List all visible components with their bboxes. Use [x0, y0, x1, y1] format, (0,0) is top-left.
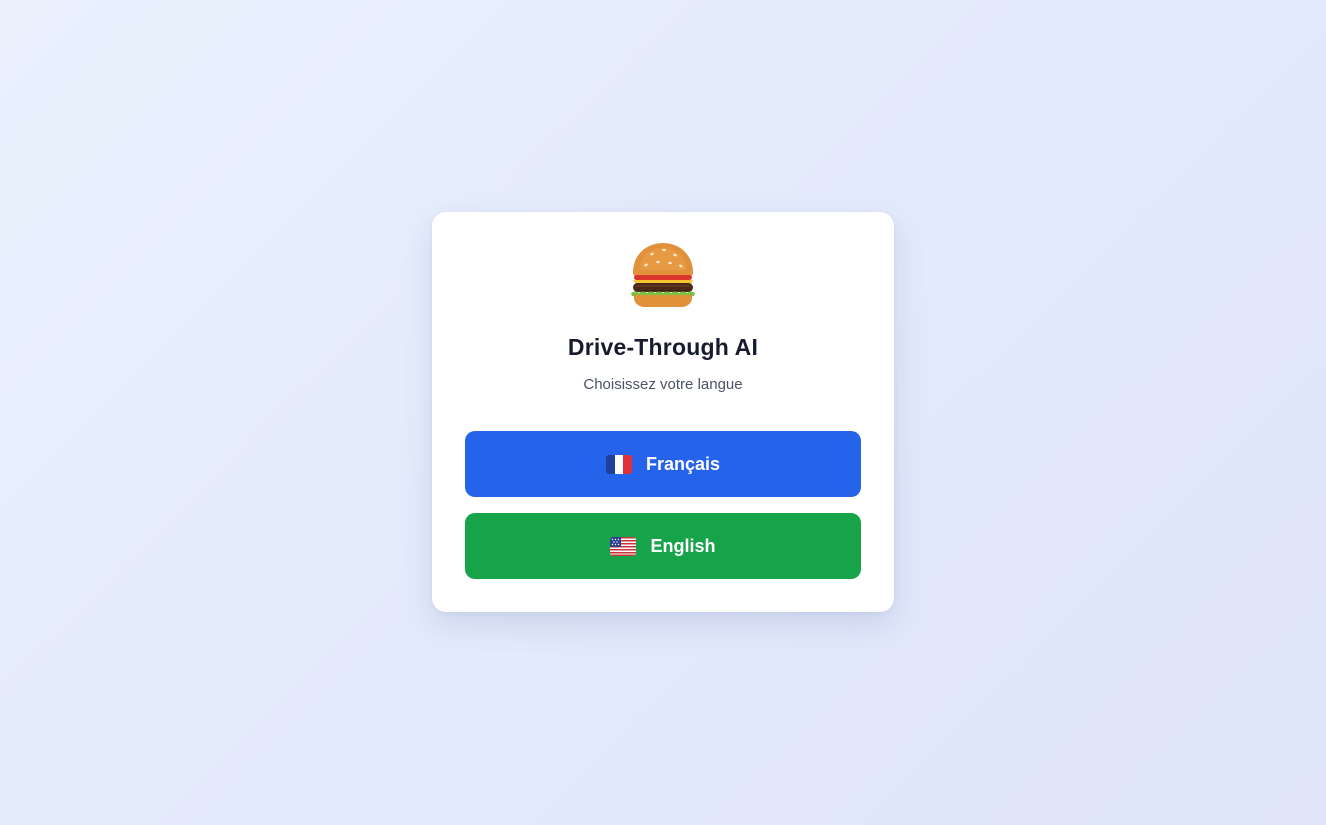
english-language-button[interactable]: English [465, 513, 861, 579]
app-title: Drive-Through AI [567, 334, 759, 360]
french-language-button[interactable]: Français [465, 431, 861, 497]
language-prompt: Choisissez votre langue [583, 376, 743, 393]
language-selection-card: Drive-Through AI Choisissez votre langue… [432, 212, 894, 612]
french-button-label: Français [645, 453, 721, 474]
english-button-label: English [650, 535, 716, 556]
france-flag-icon [605, 454, 632, 474]
us-flag-icon [610, 536, 637, 556]
hamburger-icon [628, 240, 698, 310]
